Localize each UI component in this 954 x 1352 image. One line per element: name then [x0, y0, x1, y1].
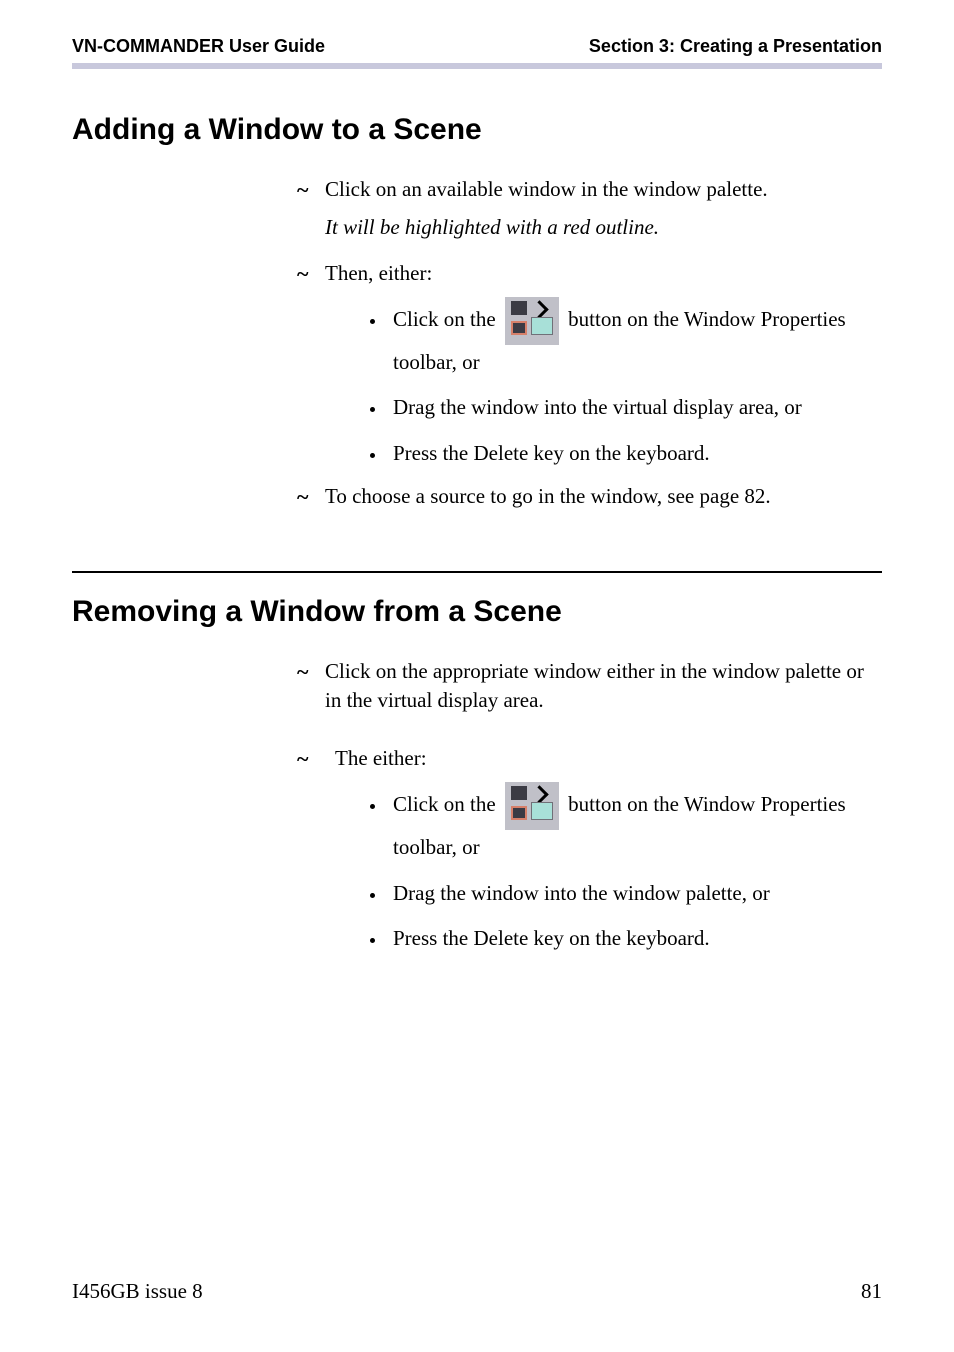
- step-note: It will be highlighted with a red outlin…: [325, 213, 882, 241]
- bullet-text-pre: Click on the: [393, 792, 501, 816]
- list-item: Press the Delete key on the keyboard.: [387, 921, 882, 957]
- section-heading-removing: Removing a Window from a Scene: [72, 595, 882, 629]
- list-item: Drag the window into the virtual display…: [387, 390, 882, 426]
- list-item: Drag the window into the window palette,…: [387, 876, 882, 912]
- step-text: Click on the appropriate window either i…: [325, 657, 882, 714]
- header-left: VN-COMMANDER User Guide: [72, 36, 325, 57]
- document-page: VN-COMMANDER User Guide Section 3: Creat…: [0, 0, 954, 1352]
- tilde-marker: ~: [297, 259, 325, 289]
- header-right: Section 3: Creating a Presentation: [589, 36, 882, 57]
- section-heading-adding: Adding a Window to a Scene: [72, 113, 882, 147]
- step-item: ~ The either:: [297, 744, 882, 774]
- add-window-toolbar-icon: [505, 297, 559, 345]
- step-text: To choose a source to go in the window, …: [325, 482, 882, 512]
- tilde-marker: ~: [297, 482, 325, 512]
- step-item: ~ Click on the appropriate window either…: [297, 657, 882, 714]
- tilde-marker: ~: [297, 175, 325, 205]
- footer-page-number: 81: [861, 1279, 882, 1304]
- list-item: Click on the button on the Window Proper…: [387, 297, 882, 381]
- page-footer: I456GB issue 8 81: [72, 1279, 882, 1304]
- step-item: ~ Then, either:: [297, 259, 882, 289]
- sub-bullet-list: Click on the button on the Window Proper…: [347, 297, 882, 472]
- page-header: VN-COMMANDER User Guide Section 3: Creat…: [72, 36, 882, 69]
- section2-body: ~ Click on the appropriate window either…: [297, 657, 882, 956]
- add-window-toolbar-icon: [505, 782, 559, 830]
- section-divider: [72, 571, 882, 573]
- step-item: ~ Click on an available window in the wi…: [297, 175, 882, 205]
- bullet-text-pre: Click on the: [393, 307, 501, 331]
- step-text: Click on an available window in the wind…: [325, 175, 882, 205]
- list-item: Click on the button on the Window Proper…: [387, 782, 882, 866]
- footer-left: I456GB issue 8: [72, 1279, 203, 1304]
- step-item: ~ To choose a source to go in the window…: [297, 482, 882, 512]
- tilde-marker: ~: [297, 744, 325, 774]
- step-text: Then, either:: [325, 259, 882, 289]
- tilde-marker: ~: [297, 657, 325, 714]
- list-item: Press the Delete key on the keyboard.: [387, 436, 882, 472]
- sub-bullet-list: Click on the button on the Window Proper…: [347, 782, 882, 957]
- section1-body: ~ Click on an available window in the wi…: [297, 175, 882, 511]
- step-text: The either:: [325, 744, 882, 774]
